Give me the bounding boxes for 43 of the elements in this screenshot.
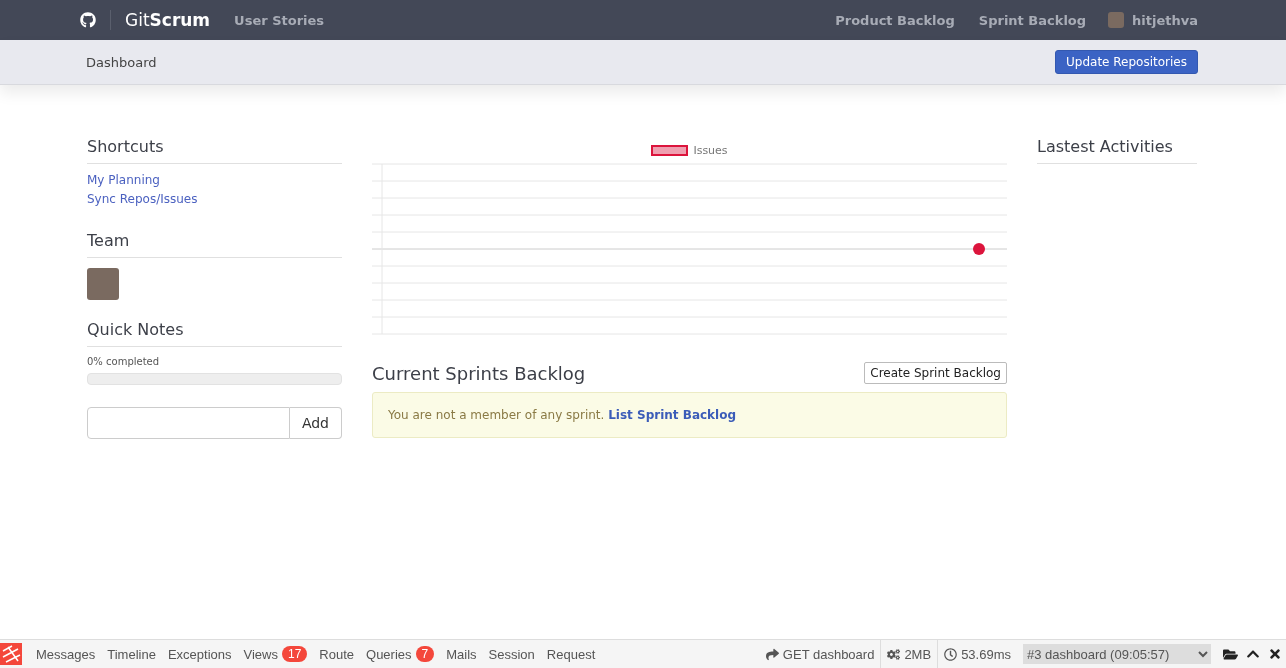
update-repositories-button[interactable]: Update Repositories <box>1055 50 1198 74</box>
count-badge: 7 <box>415 646 435 662</box>
section-title: Current Sprints Backlog <box>372 362 586 384</box>
debugbar-tab[interactable]: Exceptions <box>161 646 238 662</box>
nav-link[interactable]: Sprint Backlog <box>978 12 1087 28</box>
time-indicator: 53.69ms <box>937 640 1017 668</box>
brand-logo[interactable]: GitScrum <box>110 10 211 30</box>
request-select[interactable]: #3 dashboard (09:05:57) <box>1023 644 1211 664</box>
share-arrow-icon <box>765 647 779 661</box>
user-avatar <box>1108 12 1125 28</box>
memory-indicator: 2MB <box>880 640 938 668</box>
debugbar-tab[interactable]: Request <box>540 646 602 662</box>
debugbar-tab[interactable]: Route <box>313 646 360 662</box>
shortcut-link[interactable]: My Planning <box>87 173 342 187</box>
cogs-icon <box>887 647 901 661</box>
nav-link[interactable]: Product Backlog <box>835 12 955 28</box>
github-logo-icon <box>80 12 96 28</box>
section-title: Quick Notes <box>87 316 342 347</box>
note-input-field[interactable] <box>87 407 290 439</box>
progress-label: 0% completed <box>87 356 161 367</box>
debugbar-tab[interactable]: Messages <box>30 646 102 662</box>
section-title: Team <box>87 227 342 258</box>
debugbar-tab[interactable]: Session <box>482 646 541 662</box>
route-indicator: GET dashboard <box>759 640 881 668</box>
create-sprint-backlog-button[interactable]: Create Sprint Backlog <box>864 362 1007 384</box>
debugbar-tab[interactable]: Views 17 <box>237 646 314 662</box>
shortcut-link[interactable]: Sync Repos/Issues <box>87 192 342 206</box>
legend-label: Issues <box>693 143 728 157</box>
breadcrumb: Dashboard <box>86 54 157 70</box>
nav-link[interactable]: User Stories <box>234 12 325 28</box>
section-title: Shortcuts <box>87 133 342 164</box>
debugbar-tab[interactable]: Queries 7 <box>360 646 441 662</box>
add-button[interactable]: Add <box>289 407 342 439</box>
debugbar-tab[interactable]: Timeline <box>101 646 162 662</box>
list-sprint-backlog-link[interactable]: List Sprint Backlog <box>608 408 737 422</box>
section-title: Lastest Activities <box>1037 133 1197 164</box>
user-menu[interactable]: hitjethva <box>1132 12 1198 28</box>
count-badge: 17 <box>281 646 308 662</box>
debugbar-logo-icon[interactable] <box>0 643 22 665</box>
alert-message: You are not a member of any sprint. <box>388 408 606 422</box>
legend-swatch <box>651 144 689 156</box>
debugbar-tab[interactable]: Mails <box>440 646 483 662</box>
clock-icon <box>944 647 958 661</box>
